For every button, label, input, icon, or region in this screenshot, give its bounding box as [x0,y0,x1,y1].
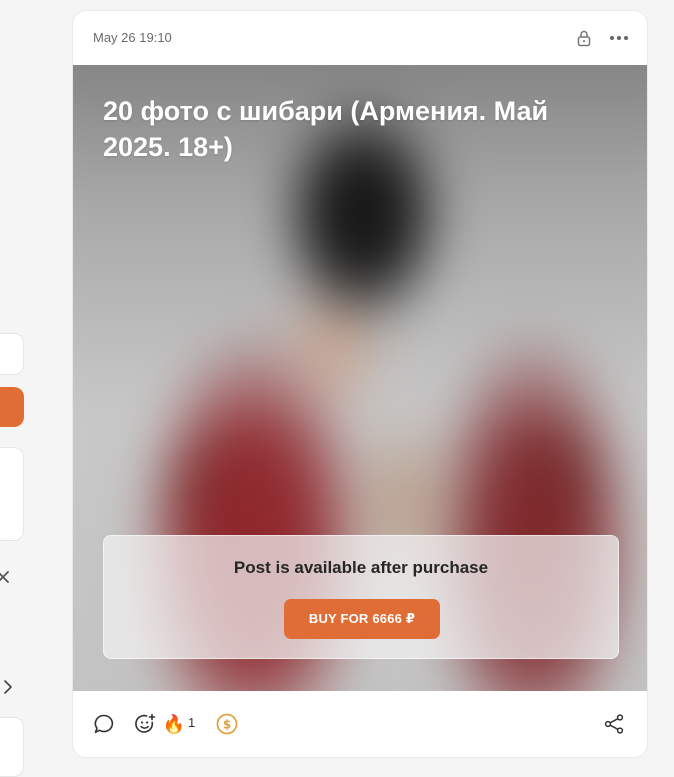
chevron-right-icon[interactable] [0,678,14,696]
post-header: May 26 19:10 [73,11,647,65]
coin-dollar-icon[interactable]: $ [214,711,240,737]
left-card-partial[interactable] [0,717,24,777]
lock-icon [572,26,596,50]
close-icon[interactable] [0,568,14,586]
post-media-blurred: 20 фото с шибари (Армения. Май 2025. 18+… [73,65,647,691]
share-icon[interactable] [601,711,627,737]
buy-button[interactable]: BUY FOR 6666 ₽ [284,599,440,639]
post-date: May 26 19:10 [93,30,172,45]
left-column [0,0,30,777]
post-card: May 26 19:10 20 фото с шибари (Армения. … [72,10,648,758]
comment-bubble-icon[interactable] [91,711,117,737]
left-card-partial[interactable] [0,447,24,541]
fire-icon[interactable]: 🔥 [161,711,187,737]
left-card-partial[interactable] [0,333,24,375]
post-title: 20 фото с шибари (Армения. Май 2025. 18+… [103,96,549,162]
more-dots-icon[interactable] [607,26,631,50]
left-accent-button-partial[interactable] [0,387,24,427]
post-footer: 🔥 1 $ [73,691,647,757]
paywall-box: Post is available after purchase BUY FOR… [103,535,619,659]
reaction-count: 1 [188,715,196,730]
paywall-message: Post is available after purchase [233,558,489,577]
svg-text:$: $ [223,718,231,732]
add-reaction-icon[interactable] [132,711,158,737]
